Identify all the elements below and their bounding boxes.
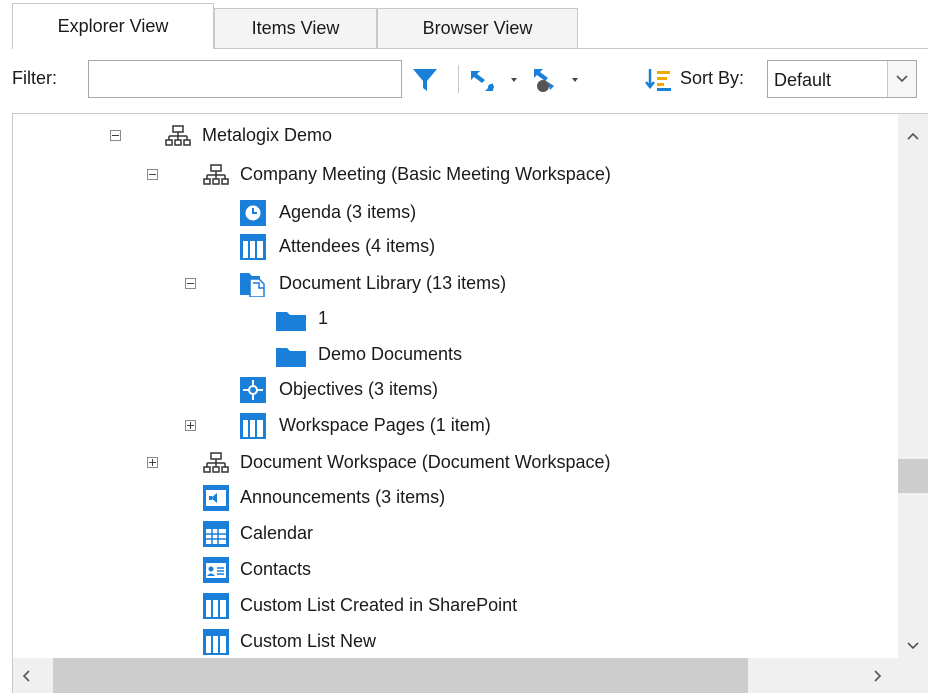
tree-item-folder-1[interactable]: 1 bbox=[13, 304, 893, 334]
tree-item-custom-list-created[interactable]: Custom List Created in SharePoint bbox=[13, 591, 893, 621]
tree-item-document-library[interactable]: Document Library (13 items) bbox=[13, 269, 893, 299]
tree-item-label: Announcements (3 items) bbox=[240, 487, 446, 507]
horizontal-scroll-thumb[interactable] bbox=[53, 658, 748, 693]
sort-by-value: Default bbox=[774, 70, 832, 90]
filter-icon[interactable] bbox=[410, 65, 440, 95]
tree-item-label: Document Library (13 items) bbox=[279, 273, 507, 293]
tree-item-label: Workspace Pages (1 item) bbox=[279, 415, 491, 435]
disconnect-dropdown-icon[interactable] bbox=[528, 65, 584, 95]
site-icon bbox=[165, 123, 191, 149]
scroll-up-icon[interactable] bbox=[906, 126, 920, 145]
tree-item-label: Attendees (4 items) bbox=[279, 236, 436, 256]
tree-item-label: Contacts bbox=[240, 559, 312, 579]
tree-item-objectives[interactable]: Objectives (3 items) bbox=[13, 375, 893, 405]
tab-browser-view[interactable]: Browser View bbox=[377, 8, 578, 48]
tree-item-label: Objectives (3 items) bbox=[279, 379, 439, 399]
tree-item-calendar[interactable]: Calendar bbox=[13, 519, 893, 549]
tree-item-custom-list-new[interactable]: Custom List New bbox=[13, 627, 893, 657]
tree-item-label: 1 bbox=[318, 308, 329, 328]
expand-icon[interactable] bbox=[185, 420, 196, 431]
tree-item-agenda[interactable]: Agenda (3 items) bbox=[13, 198, 893, 228]
vertical-scroll-thumb[interactable] bbox=[898, 459, 928, 493]
tree-item-label: Demo Documents bbox=[318, 344, 463, 364]
site-icon bbox=[203, 450, 229, 476]
tree-item-attendees[interactable]: Attendees (4 items) bbox=[13, 232, 893, 262]
tree-item-workspace-pages[interactable]: Workspace Pages (1 item) bbox=[13, 411, 893, 441]
vertical-scrollbar[interactable] bbox=[898, 114, 928, 658]
folder-icon bbox=[276, 306, 306, 332]
scrollbar-corner bbox=[898, 658, 928, 693]
tree-item-label: Calendar bbox=[240, 523, 314, 543]
announcements-icon bbox=[203, 485, 229, 511]
tree-item-metalogix-demo[interactable]: Metalogix Demo bbox=[13, 121, 893, 151]
folder-icon bbox=[276, 342, 306, 368]
toolbar-separator bbox=[458, 65, 459, 93]
tree-item-contacts[interactable]: Contacts bbox=[13, 555, 893, 585]
tab-explorer-view[interactable]: Explorer View bbox=[12, 3, 214, 49]
tree-item-label: Custom List New bbox=[240, 631, 377, 651]
collapse-icon[interactable] bbox=[185, 278, 196, 289]
tree-item-label: Company Meeting (Basic Meeting Workspace… bbox=[240, 164, 611, 184]
calendar-icon bbox=[203, 521, 229, 547]
tree-item-company-meeting[interactable]: Company Meeting (Basic Meeting Workspace… bbox=[13, 160, 893, 190]
tree-item-document-workspace[interactable]: Document Workspace (Document Workspace) bbox=[13, 448, 893, 478]
horizontal-scrollbar[interactable] bbox=[13, 658, 898, 693]
collapse-icon[interactable] bbox=[147, 169, 158, 180]
expand-icon[interactable] bbox=[147, 457, 158, 468]
chevron-down-icon[interactable] bbox=[887, 61, 916, 97]
view-tabs: Explorer View Items View Browser View bbox=[0, 0, 928, 50]
filter-input[interactable] bbox=[88, 60, 402, 98]
collapse-icon[interactable] bbox=[110, 130, 121, 141]
toolbar: Filter: Sort By: Default bbox=[12, 55, 928, 107]
connect-dropdown-icon[interactable] bbox=[467, 65, 523, 95]
tree-item-label: Metalogix Demo bbox=[202, 125, 333, 145]
site-icon bbox=[203, 162, 229, 188]
sort-by-label: Sort By: bbox=[680, 68, 745, 88]
sort-icon[interactable] bbox=[644, 66, 674, 94]
tree-item-announcements[interactable]: Announcements (3 items) bbox=[13, 483, 893, 513]
objectives-icon bbox=[240, 377, 266, 403]
list-icon bbox=[203, 629, 229, 655]
list-icon bbox=[240, 413, 266, 439]
contacts-icon bbox=[203, 557, 229, 583]
sort-by-select[interactable]: Default bbox=[767, 60, 917, 98]
scroll-left-icon[interactable] bbox=[21, 668, 31, 687]
list-icon bbox=[240, 234, 266, 260]
tree-item-label: Document Workspace (Document Workspace) bbox=[240, 452, 611, 472]
scroll-down-icon[interactable] bbox=[906, 636, 920, 655]
tab-items-view[interactable]: Items View bbox=[214, 8, 377, 48]
explorer-tree: Metalogix Demo Company Meeting (Basic Me… bbox=[12, 113, 928, 693]
tree-item-demo-documents[interactable]: Demo Documents bbox=[13, 340, 893, 370]
list-icon bbox=[203, 593, 229, 619]
scroll-right-icon[interactable] bbox=[873, 668, 883, 687]
tree-item-label: Agenda (3 items) bbox=[279, 202, 417, 222]
agenda-icon bbox=[240, 200, 266, 226]
filter-label: Filter: bbox=[12, 68, 57, 88]
tree-item-label: Custom List Created in SharePoint bbox=[240, 595, 518, 615]
document-library-icon bbox=[240, 271, 266, 298]
